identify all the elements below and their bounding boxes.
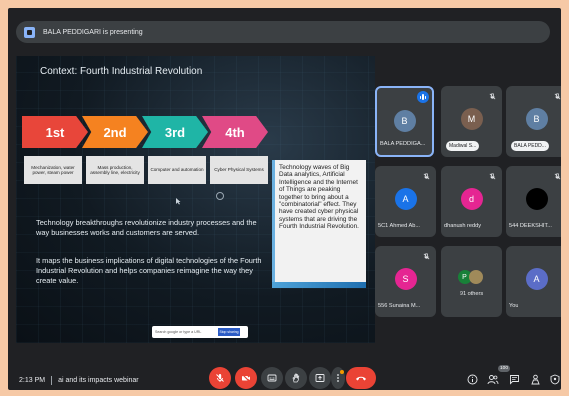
chat-icon [509, 374, 519, 385]
host-controls-button[interactable] [548, 372, 561, 386]
avatar [525, 188, 548, 210]
presenting-label: BALA PEDDIGARI is presenting [43, 28, 143, 36]
mic-off-icon [423, 173, 430, 180]
more-options-button[interactable] [331, 367, 345, 389]
present-now-button[interactable] [309, 367, 331, 389]
participant-tile-others[interactable]: P 91 others [441, 246, 502, 317]
captions-icon [267, 374, 277, 382]
activities-button[interactable] [528, 372, 542, 386]
more-vert-icon [337, 374, 339, 382]
stage-1-arrow: 1st [22, 116, 88, 148]
present-icon [315, 374, 325, 382]
meeting-window: BALA PEDDIGARI is presenting Context: Fo… [8, 8, 561, 390]
participant-name: BALA PEDD... [511, 141, 549, 151]
participant-name: Madiwal S... [446, 141, 480, 151]
participant-tile-4[interactable]: A 5C1 Ahmed Ab... [375, 166, 436, 237]
others-avatars: P [457, 268, 486, 286]
participant-name: dhanush reddy [444, 223, 482, 229]
avatar: B [525, 108, 548, 130]
mic-off-icon [423, 253, 430, 260]
raise-hand-icon [292, 373, 300, 383]
divider [51, 376, 53, 385]
slide-paragraph-2: It maps the business implications of dig… [36, 256, 262, 285]
stage-4-arrow: 4th [202, 116, 268, 148]
stage-2-description: Mass production, assembly line, electric… [86, 156, 144, 184]
notification-dot [340, 370, 344, 374]
present-icon [24, 26, 35, 38]
stage-2-arrow: 2nd [82, 116, 148, 148]
slide-callout: Technology waves of Big Data analytics, … [272, 160, 366, 288]
activities-icon [530, 374, 540, 384]
meeting-title: ai and its impacts webinar [58, 377, 139, 384]
meeting-details-button[interactable] [465, 372, 479, 386]
people-button[interactable] [486, 372, 500, 386]
camera-toggle-button[interactable] [235, 367, 257, 389]
avatar: A [525, 268, 548, 290]
mic-off-icon [554, 93, 561, 100]
slide-paragraph-1: Technology breakthroughs revolutionize i… [36, 218, 257, 237]
call-end-icon [356, 376, 366, 381]
stage-3-arrow: 3rd [142, 116, 208, 148]
mic-off-icon [489, 93, 496, 100]
meeting-time: 2:13 PM [19, 377, 46, 384]
participant-tile-self[interactable]: A You [506, 246, 561, 317]
stage-3-description: Computer and automation [148, 156, 206, 184]
participant-name: 91 others [459, 291, 484, 297]
participant-tile-5[interactable]: d dhanush reddy [441, 166, 502, 237]
mic-toggle-button[interactable] [209, 367, 231, 389]
avatar: A [394, 188, 417, 210]
participant-tile-1[interactable]: B BALA PEDDIGA... [375, 86, 434, 157]
participant-count-badge: 100 [498, 365, 511, 372]
slide-title: Context: Fourth Industrial Revolution [40, 66, 203, 77]
camera-off-icon [241, 373, 251, 383]
host-controls-icon [550, 374, 560, 384]
participant-tile-3[interactable]: B BALA PEDD... [506, 86, 561, 157]
raise-hand-button[interactable] [285, 367, 307, 389]
participant-name: You [509, 303, 519, 309]
participant-name: 544 DEEKSHIT... [509, 223, 552, 229]
avatar: M [460, 108, 483, 130]
slide-search-bar: Search google or type a URL Stop sharing [152, 326, 248, 338]
meeting-info: 2:13 PM ai and its impacts webinar [19, 376, 139, 385]
presenting-banner[interactable]: BALA PEDDIGARI is presenting [16, 21, 550, 43]
participant-name: 556 Sunaina M... [378, 303, 421, 309]
power-icon [216, 192, 224, 200]
participant-name: 5C1 Ahmed Ab... [378, 223, 420, 229]
slide-stop-sharing-button: Stop sharing [218, 328, 240, 336]
info-icon [467, 374, 477, 384]
participant-name: BALA PEDDIGA... [380, 141, 426, 147]
avatar: S [394, 268, 417, 290]
avatar-photo-icon [468, 270, 483, 284]
speaking-indicator-icon [417, 91, 429, 103]
shared-screen: Context: Fourth Industrial Revolution 1s… [16, 56, 375, 343]
participant-tile-7[interactable]: S 556 Sunaina M... [375, 246, 436, 317]
captions-button[interactable] [261, 367, 283, 389]
avatar: d [460, 188, 483, 210]
mic-off-icon [489, 173, 496, 180]
slide-search-placeholder: Search google or type a URL [155, 330, 202, 334]
participant-tile-6[interactable]: 544 DEEKSHIT... [506, 166, 561, 237]
people-icon [487, 374, 499, 384]
participant-tile-2[interactable]: M Madiwal S... [441, 86, 502, 157]
stage-4-description: Cyber Physical Systems [210, 156, 268, 184]
avatar: B [393, 110, 416, 132]
mic-off-icon [554, 173, 561, 180]
leave-call-button[interactable] [346, 367, 376, 389]
chat-button[interactable] [507, 372, 521, 386]
mic-off-icon [216, 374, 224, 382]
stage-1-description: Mechanization, water power, steam power [24, 156, 82, 184]
cursor-icon [174, 192, 182, 205]
